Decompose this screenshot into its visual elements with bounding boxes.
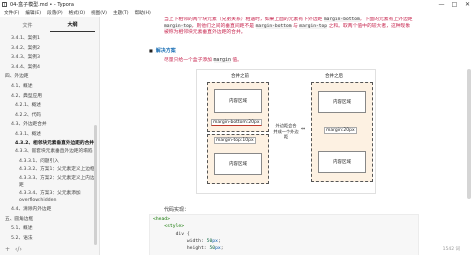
close-button[interactable]: ✕: [461, 0, 474, 9]
outline-item[interactable]: 4.3.1、概述: [0, 130, 99, 140]
menu-bar: 文件(F) 编辑(E) 段落(P) 格式(O) 视图(V) 主题(T) 帮助(H…: [0, 9, 474, 17]
outline-item[interactable]: 3.4.4、案例4: [0, 63, 99, 73]
code-line: height: 50px;: [153, 245, 418, 252]
merge-description-paragraph: 当上下相邻的两个块元素（兄弟关系）相遇时，如果上面的元素有下外边距 margin…: [164, 17, 414, 37]
outline-item[interactable]: 4.3、外边距合并: [0, 120, 99, 130]
code-token: <head>: [153, 217, 170, 222]
sidebar: 文件 大纲 3.4.1、案例1 3.4.2、案例2 3.4.3、案例3 3.4.4、案…: [0, 17, 100, 255]
editor-scrollbar[interactable]: [467, 69, 471, 199]
merge-note-line1: 外边距会合: [275, 123, 297, 128]
source-code-mode-icon[interactable]: ‹/›: [15, 246, 22, 253]
window-controls: — □ ✕: [435, 0, 474, 9]
outline-item[interactable]: 4.2.2、代码: [0, 111, 99, 121]
outline-item[interactable]: 四、外边距: [0, 72, 99, 82]
window-title: 04-盒子模型.md • - Typora: [10, 2, 74, 8]
title-bar: T 04-盒子模型.md • - Typora — □ ✕: [0, 0, 474, 9]
sidebar-scrollbar[interactable]: [94, 125, 97, 245]
code-line: width: 50px;: [153, 238, 418, 245]
outline-item[interactable]: 3.4.2、案例2: [0, 44, 99, 54]
merged-bottom-content: 内容区域: [318, 151, 366, 173]
code-line: <head>: [153, 216, 418, 223]
menu-file[interactable]: 文件(F): [4, 10, 19, 16]
outline-list: 3.4.1、案例1 3.4.2、案例2 3.4.3、案例3 3.4.4、案例4 四、外边…: [0, 32, 99, 244]
outline-item[interactable]: 4.3.3.2、方案1：父元素定义上边框: [0, 166, 99, 175]
outline-item[interactable]: 4.3.3.4、方案3：父元素添加overflow:hidden: [0, 190, 99, 205]
margin-bottom-label: margin-bottom:20px: [211, 119, 262, 126]
editor-pane[interactable]: 当上下相邻的两个块元素（兄弟关系）相遇时，如果上面的元素有下外边距 margin…: [101, 17, 474, 255]
inline-code: margin-bottom: [323, 17, 360, 22]
outline-item[interactable]: 4.3.3、嵌套块元素垂直外边距的塌陷: [0, 148, 99, 157]
inline-code: margin: [213, 58, 231, 63]
code-token: ;: [220, 246, 224, 252]
typora-app-icon: T: [2, 2, 7, 7]
merged-margin-label: margin:20px: [324, 127, 357, 134]
merged-top-content: 内容区域: [318, 91, 366, 113]
code-line: div {: [153, 231, 418, 238]
paragraph-text: ，则他们之间的垂直间距不是: [191, 23, 256, 29]
menu-view[interactable]: 视图(V): [91, 10, 107, 16]
sidebar-tabs: 文件 大纲: [0, 17, 99, 32]
outline-item[interactable]: 4.4、清除内外边距: [0, 205, 99, 215]
margin-merge-diagram: 合并之前 合并之后 内容区域 margin-bottom:20px 内容区域 m…: [196, 69, 376, 194]
menu-edit[interactable]: 编辑(E): [25, 10, 41, 16]
code-section-label: 代码实现：: [164, 207, 190, 213]
paragraph-text: 尽量只给一个盒子添加: [164, 58, 214, 63]
maximize-button[interactable]: □: [448, 0, 461, 9]
outline-item[interactable]: 4.3.3.3、方案2：父元素定义上内边距: [0, 175, 99, 190]
outline-item[interactable]: 5.1、概述: [0, 224, 99, 234]
diagram-title-after: 合并之后: [325, 74, 343, 79]
outline-item[interactable]: 五、圆角边框: [0, 215, 99, 225]
code-token: div {: [153, 231, 190, 237]
outline-item[interactable]: 4.3.3.1、问题引入: [0, 157, 99, 167]
sidebar-footer: + ‹/›: [0, 243, 99, 255]
outline-item[interactable]: 4.2、典型应用: [0, 92, 99, 102]
heading-bullet-icon: ■: [149, 48, 153, 53]
add-file-icon[interactable]: +: [5, 246, 10, 253]
minimize-button[interactable]: —: [435, 0, 448, 9]
solution-text: 尽量只给一个盒子添加 margin 值。: [164, 56, 242, 63]
inline-code: margin-top: [164, 23, 192, 29]
code-token: width:: [153, 238, 207, 244]
word-count[interactable]: 1542 词: [443, 246, 460, 252]
inline-code: margin-bottom: [255, 23, 292, 29]
paragraph-text: 当上下相邻的两个块元素（兄弟关系）相遇时，如果上面的元素有下外边距: [164, 17, 324, 22]
merge-note-line2: 并成一个外边距: [273, 128, 299, 140]
solution-heading-text: 解决方案: [155, 48, 176, 54]
inline-code: margin-top: [299, 23, 328, 29]
solution-heading: ■ 解决方案: [149, 47, 176, 54]
box-bottom-content: 内容区域: [214, 153, 262, 175]
menu-format[interactable]: 格式(O): [69, 10, 85, 16]
code-block[interactable]: <head> <style> div { width: 50px; height…: [149, 214, 419, 255]
outline-item[interactable]: 4.3.2、相邻块元素垂直外边距的合并: [0, 140, 99, 149]
outline-item[interactable]: 3.4.3、案例3: [0, 53, 99, 63]
tab-outline[interactable]: 大纲: [50, 21, 95, 32]
outline-item[interactable]: 4.1、概述: [0, 82, 99, 92]
margin-top-label: margin-top:10px: [214, 137, 256, 144]
outline-item[interactable]: 4.2.1、概述: [0, 101, 99, 111]
merge-note: 外边距会合 并成一个外边距: [273, 123, 299, 140]
code-token: <style>: [153, 224, 185, 230]
menu-help[interactable]: 帮助(H): [135, 10, 151, 16]
box-top-content: 内容区域: [214, 89, 262, 113]
code-token: ;: [217, 238, 221, 244]
diagram-title-before: 合并之前: [231, 74, 249, 79]
menu-theme[interactable]: 主题(T): [113, 10, 129, 16]
paragraph-text: 值。: [230, 58, 242, 63]
tab-files[interactable]: 文件: [5, 22, 50, 32]
outline-item[interactable]: 3.4.1、案例1: [0, 34, 99, 44]
paragraph-text: ，下面的元素有上外边距: [359, 17, 413, 22]
menu-paragraph[interactable]: 段落(P): [47, 10, 63, 16]
code-line: <style>: [153, 223, 418, 230]
code-token: height:: [153, 246, 210, 252]
equivalent-arrow-icon: ⇔: [301, 126, 306, 132]
